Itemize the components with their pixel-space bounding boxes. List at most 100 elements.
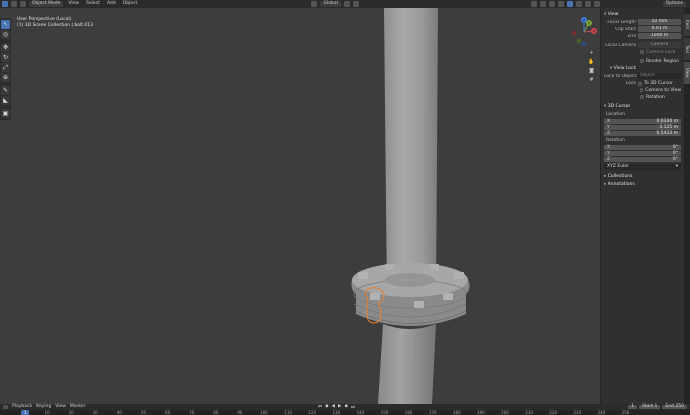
zoom-icon[interactable]: +: [588, 50, 595, 57]
gizmo-toggle-icon[interactable]: [540, 1, 547, 7]
cursor-location-y-field[interactable]: Y 3.125 m: [604, 124, 681, 130]
cursor-location-x-field[interactable]: X 0.6344 m: [604, 118, 681, 124]
viewport-3d[interactable]: [0, 8, 600, 404]
to-3d-cursor-checkbox[interactable]: To 3D Cursor: [638, 81, 673, 87]
lock-rotation-checkbox[interactable]: Rotation: [604, 94, 681, 100]
jump-end-icon[interactable]: ⏭: [351, 404, 355, 410]
timeline-tick: 150: [380, 410, 389, 415]
timeline-editor-icon[interactable]: [3, 404, 8, 409]
render-region-checkbox[interactable]: Render Region: [604, 58, 681, 64]
menu-object[interactable]: Object: [121, 1, 140, 7]
start-frame-field[interactable]: Start 1: [639, 404, 661, 409]
next-key-icon[interactable]: ◆: [344, 404, 347, 410]
transform-orientation-dropdown[interactable]: Global: [320, 1, 341, 7]
overlay-icon[interactable]: [549, 1, 556, 7]
camera-to-view-checkbox[interactable]: Camera to View: [604, 87, 681, 93]
clip-start-field[interactable]: 0.01 m: [638, 26, 681, 32]
jump-start-icon[interactable]: ⏮: [318, 404, 322, 410]
select-box-icon[interactable]: [11, 1, 17, 7]
lock-to-object-field[interactable]: Object: [638, 73, 681, 79]
timeline-tick: 200: [501, 410, 509, 415]
xray-icon[interactable]: [558, 1, 565, 7]
clip-end-label: End: [627, 33, 636, 39]
lock-to-object-row: Lock to Object Object: [604, 73, 681, 79]
scale-tool-icon[interactable]: ⤢: [1, 63, 10, 72]
timeline-tick: 70: [189, 410, 195, 415]
select-extend-icon[interactable]: [20, 1, 26, 7]
clip-end-field[interactable]: 1000 m: [638, 33, 681, 39]
cursor-panel-header[interactable]: 3D Cursor: [604, 104, 681, 110]
material-shading-icon[interactable]: [576, 1, 583, 7]
add-cube-tool-icon[interactable]: ▣: [1, 109, 10, 118]
focal-length-label: Focal Length: [607, 19, 636, 25]
select-tool-icon[interactable]: ↖: [1, 20, 10, 29]
rotate-tool-icon[interactable]: ↻: [1, 53, 10, 62]
tab-view[interactable]: View: [684, 62, 690, 84]
solid-shading-icon[interactable]: [567, 1, 574, 7]
menu-select[interactable]: Select: [84, 1, 102, 7]
cursor-tool-icon[interactable]: ◎: [1, 30, 10, 39]
lock-row: Lock To 3D Cursor: [604, 80, 681, 87]
pivot-icon[interactable]: [311, 1, 318, 7]
playhead[interactable]: 1: [21, 409, 30, 415]
pan-hand-icon[interactable]: ✋: [588, 59, 595, 66]
mode-dropdown[interactable]: Object Mode: [29, 1, 64, 7]
view-lock-header[interactable]: View Lock: [604, 66, 681, 72]
timeline-tick: 100: [260, 410, 268, 415]
nav-buttons: + ✋ ◙ #: [588, 50, 596, 86]
navigation-gizmo[interactable]: X Y Z: [568, 16, 600, 48]
focal-length-field[interactable]: 50 mm: [638, 19, 681, 25]
sidebar-tabs: Item Tool View: [684, 8, 690, 404]
clip-end-row: End 1000 m: [604, 33, 681, 39]
options-button[interactable]: Options: [662, 1, 686, 7]
menu-add[interactable]: Add: [105, 1, 118, 7]
grid-ortho-icon[interactable]: #: [588, 77, 595, 84]
snap-icon[interactable]: [343, 1, 350, 7]
camera-view-icon[interactable]: ◙: [588, 68, 595, 75]
cursor-rotation-y-field[interactable]: Y 0°: [604, 150, 681, 156]
blender-window: Object Mode View Select Add Object Globa…: [0, 0, 690, 415]
collection-info: (1) 3D Scene Collection | bolt.013: [17, 22, 93, 28]
pipe-upper: [384, 8, 438, 300]
play-icon[interactable]: ▶: [338, 404, 341, 410]
prev-key-icon[interactable]: ◆: [325, 404, 328, 410]
tab-tool[interactable]: Tool: [684, 38, 690, 60]
menu-view[interactable]: View: [66, 1, 81, 7]
rotation-mode-dropdown[interactable]: XYZ Euler ▾: [604, 164, 681, 170]
collections-panel-header[interactable]: Collections: [604, 174, 681, 180]
editor-type-icon[interactable]: [2, 1, 8, 7]
rendered-shading-icon[interactable]: [585, 1, 592, 7]
tab-item[interactable]: Item: [684, 14, 690, 36]
transform-tool-icon[interactable]: ⊕: [1, 73, 10, 82]
timeline-ruler[interactable]: 0102030405060708090100110120130140150160…: [0, 410, 690, 415]
local-camera-field[interactable]: Camera: [638, 42, 681, 48]
visibility-icon[interactable]: [531, 1, 538, 7]
timeline-menu-marker[interactable]: Marker: [70, 404, 86, 409]
clip-start-row: Clip Start 0.01 m: [604, 26, 681, 32]
header-right: Options: [600, 0, 690, 8]
pipe-lower: [378, 324, 436, 404]
play-reverse-icon[interactable]: ◀: [332, 404, 335, 410]
view-panel-header[interactable]: View: [604, 12, 681, 18]
move-tool-icon[interactable]: ✥: [1, 43, 10, 52]
current-frame-field[interactable]: 1: [628, 404, 638, 409]
cursor-rotation-z-field[interactable]: Z 0°: [604, 156, 681, 162]
annotations-panel-header[interactable]: Annotations: [604, 182, 681, 188]
timeline-menu-view[interactable]: View: [55, 404, 66, 409]
annotate-tool-icon[interactable]: ✎: [1, 86, 10, 95]
end-frame-field[interactable]: End 250: [662, 404, 687, 409]
timeline-menu-keying[interactable]: Keying: [36, 404, 51, 409]
cursor-rotation-label: Rotation: [606, 138, 625, 143]
timeline-tick: 20: [68, 410, 74, 415]
timeline-tick: 50: [140, 410, 147, 415]
cursor-rotation-x-field[interactable]: X 0°: [604, 144, 681, 150]
proportional-edit-icon[interactable]: [352, 1, 359, 7]
cursor-location-z-field[interactable]: Z 0.5423 m: [604, 130, 681, 136]
focal-length-row: Focal Length 50 mm: [604, 19, 681, 25]
timeline-tick: 220: [549, 410, 558, 415]
timeline-menu-playback[interactable]: Playback: [12, 404, 32, 409]
timeline-tick: 140: [356, 410, 365, 415]
measure-tool-icon[interactable]: ◣: [1, 96, 10, 105]
timeline-tick: 130: [332, 410, 341, 415]
camera-lock-checkbox[interactable]: Camera Lock: [604, 49, 681, 55]
